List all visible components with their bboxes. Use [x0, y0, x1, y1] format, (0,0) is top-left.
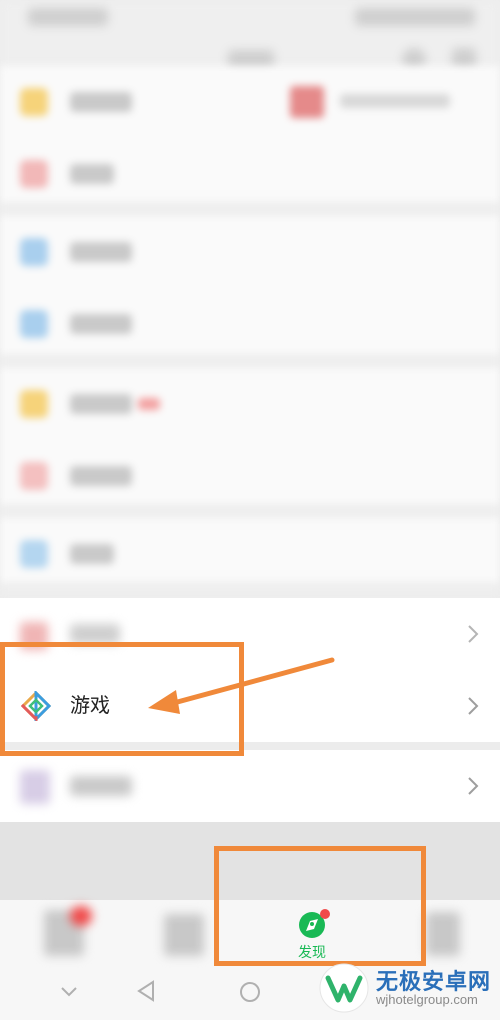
list-item[interactable]: [0, 750, 500, 822]
chevron-right-icon: [468, 625, 479, 643]
list-item[interactable]: [0, 440, 500, 512]
arrow-icon: [148, 657, 335, 714]
watermark: 无极安卓网 wjhotelgroup.com: [318, 960, 498, 1016]
home-icon[interactable]: [238, 980, 262, 1004]
list-item[interactable]: [0, 138, 500, 210]
list-item[interactable]: [0, 518, 500, 590]
chevron-down-icon[interactable]: [60, 986, 78, 998]
list-item[interactable]: [0, 216, 500, 288]
obscured-list: [0, 0, 500, 600]
chevron-right-icon: [468, 777, 479, 795]
list-item[interactable]: [0, 66, 500, 138]
chevron-right-icon: [468, 697, 479, 715]
watermark-url: wjhotelgroup.com: [376, 992, 478, 1007]
highlight-box-discover: [214, 846, 426, 966]
list-item[interactable]: [0, 288, 500, 360]
nav-tab-chats[interactable]: [30, 900, 130, 968]
back-icon[interactable]: [136, 980, 156, 1002]
watermark-logo-icon: [319, 963, 369, 1013]
screen: 游戏 发现 无极安卓网 wjhotelgroup.com: [0, 0, 500, 1020]
list-item[interactable]: [0, 368, 500, 440]
